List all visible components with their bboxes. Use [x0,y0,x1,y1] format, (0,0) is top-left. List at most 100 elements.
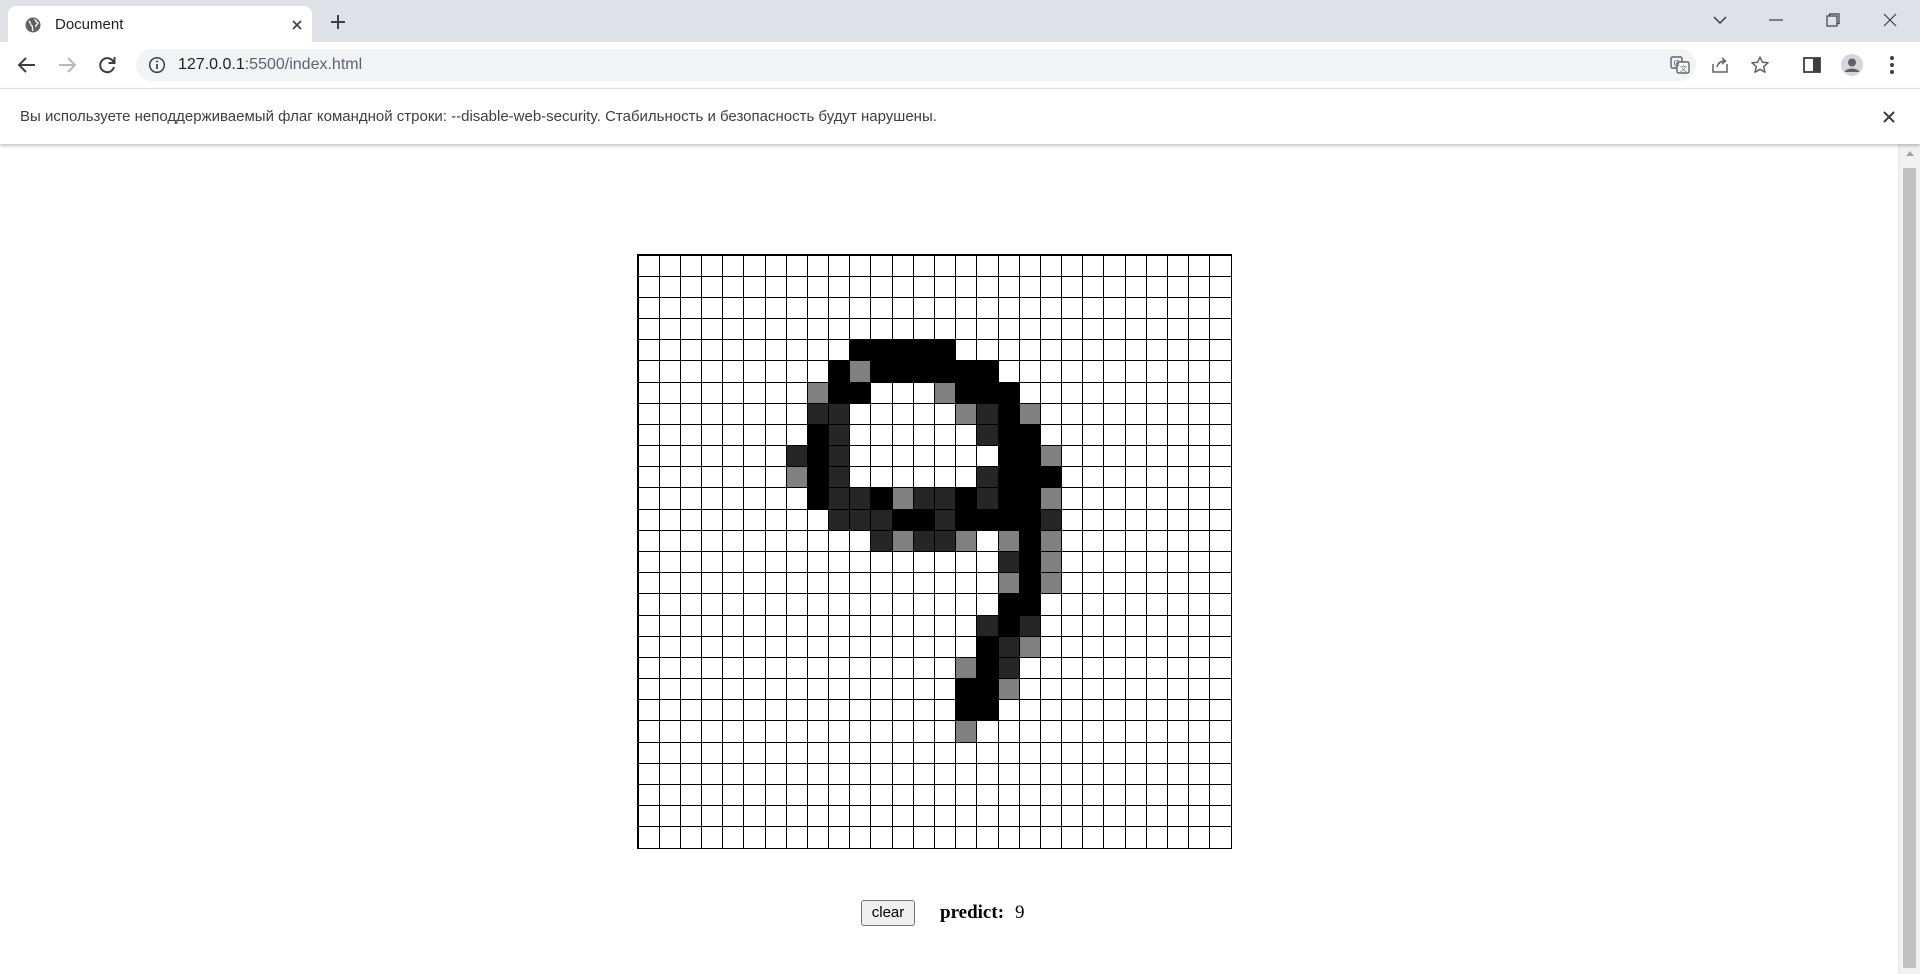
grid-cell[interactable] [997,614,1020,637]
grid-cell[interactable] [1209,508,1232,531]
grid-cell[interactable] [1103,699,1126,722]
grid-cell[interactable] [1145,741,1168,764]
grid-cell[interactable] [1145,572,1168,595]
grid-cell[interactable] [891,296,914,320]
grid-cell[interactable] [1039,656,1063,680]
grid-cell[interactable] [870,720,893,743]
minimize-icon[interactable] [1748,0,1804,40]
grid-cell[interactable] [679,296,703,320]
grid-cell[interactable] [934,699,957,722]
grid-cell[interactable] [1018,360,1041,383]
grid-cell[interactable] [806,529,830,552]
grid-cell[interactable] [870,296,893,320]
grid-cell[interactable] [1188,445,1211,468]
grid-cell[interactable] [1188,466,1211,489]
grid-cell[interactable] [785,720,808,743]
grid-cell[interactable] [1209,339,1232,362]
grid-cell[interactable] [912,402,935,425]
grid-cell[interactable] [870,466,893,489]
grid-cell[interactable] [955,466,978,489]
grid-cell[interactable] [785,339,808,362]
grid-cell[interactable] [1061,699,1084,722]
grid-cell[interactable] [891,741,914,764]
grid-cell[interactable] [912,551,935,574]
grid-cell[interactable] [1082,551,1105,574]
grid-cell[interactable] [764,826,787,849]
grid-cell[interactable] [912,445,935,468]
grid-cell[interactable] [1082,529,1105,552]
grid-cell[interactable] [679,593,703,616]
grid-cell[interactable] [764,720,787,743]
grid-cell[interactable] [1209,699,1232,722]
grid-cell[interactable] [997,551,1020,574]
grid-cell[interactable] [1209,254,1232,277]
grid-cell[interactable] [658,635,681,658]
grid-cell[interactable] [1082,699,1105,722]
grid-cell[interactable] [955,360,978,383]
grid-cell[interactable] [912,614,935,637]
grid-cell[interactable] [722,826,745,849]
grid-cell[interactable] [743,508,766,531]
grid-cell[interactable] [870,275,893,298]
grid-cell[interactable] [1145,593,1168,616]
grid-cell[interactable] [1145,466,1168,489]
grid-cell[interactable] [1209,466,1232,489]
grid-cell[interactable] [870,508,893,531]
grid-cell[interactable] [1124,339,1147,362]
grid-cell[interactable] [1166,826,1190,849]
grid-cell[interactable] [1166,445,1190,468]
grid-cell[interactable] [764,360,787,383]
grid-cell[interactable] [997,656,1020,680]
grid-cell[interactable] [997,296,1020,320]
grid-cell[interactable] [1103,402,1126,425]
grid-cell[interactable] [743,783,766,807]
grid-cell[interactable] [828,445,851,468]
grid-cell[interactable] [743,275,766,298]
grid-cell[interactable] [870,783,893,807]
grid-cell[interactable] [785,699,808,722]
grid-cell[interactable] [637,402,660,425]
grid-cell[interactable] [1188,529,1211,552]
grid-cell[interactable] [785,360,808,383]
grid-cell[interactable] [870,741,893,764]
grid-cell[interactable] [1061,762,1084,785]
grid-cell[interactable] [976,572,999,595]
grid-cell[interactable] [1039,805,1063,828]
grid-cell[interactable] [1124,720,1147,743]
grid-cell[interactable] [997,445,1020,468]
grid-cell[interactable] [1145,381,1168,404]
grid-cell[interactable] [1145,296,1168,320]
grid-cell[interactable] [1039,339,1063,362]
grid-cell[interactable] [1082,423,1105,447]
grid-cell[interactable] [764,296,787,320]
grid-cell[interactable] [891,720,914,743]
grid-cell[interactable] [849,805,872,828]
grid-cell[interactable] [637,720,660,743]
grid-cell[interactable] [1124,381,1147,404]
grid-cell[interactable] [743,551,766,574]
grid-cell[interactable] [997,741,1020,764]
grid-cell[interactable] [849,572,872,595]
grid-cell[interactable] [1103,741,1126,764]
grid-cell[interactable] [1124,318,1147,341]
grid-cell[interactable] [806,593,830,616]
grid-cell[interactable] [743,381,766,404]
grid-cell[interactable] [1103,678,1126,701]
grid-cell[interactable] [1018,741,1041,764]
grid-cell[interactable] [1039,318,1063,341]
grid-cell[interactable] [637,741,660,764]
grid-cell[interactable] [785,275,808,298]
grid-cell[interactable] [1188,593,1211,616]
grid-cell[interactable] [1145,445,1168,468]
grid-cell[interactable] [743,466,766,489]
scroll-up-arrow-icon[interactable] [1906,151,1914,156]
grid-cell[interactable] [955,635,978,658]
grid-cell[interactable] [828,402,851,425]
grid-cell[interactable] [1188,487,1211,510]
grid-cell[interactable] [701,551,724,574]
grid-cell[interactable] [955,826,978,849]
grid-cell[interactable] [1082,402,1105,425]
grid-cell[interactable] [976,805,999,828]
grid-cell[interactable] [785,445,808,468]
grid-cell[interactable] [1061,593,1084,616]
